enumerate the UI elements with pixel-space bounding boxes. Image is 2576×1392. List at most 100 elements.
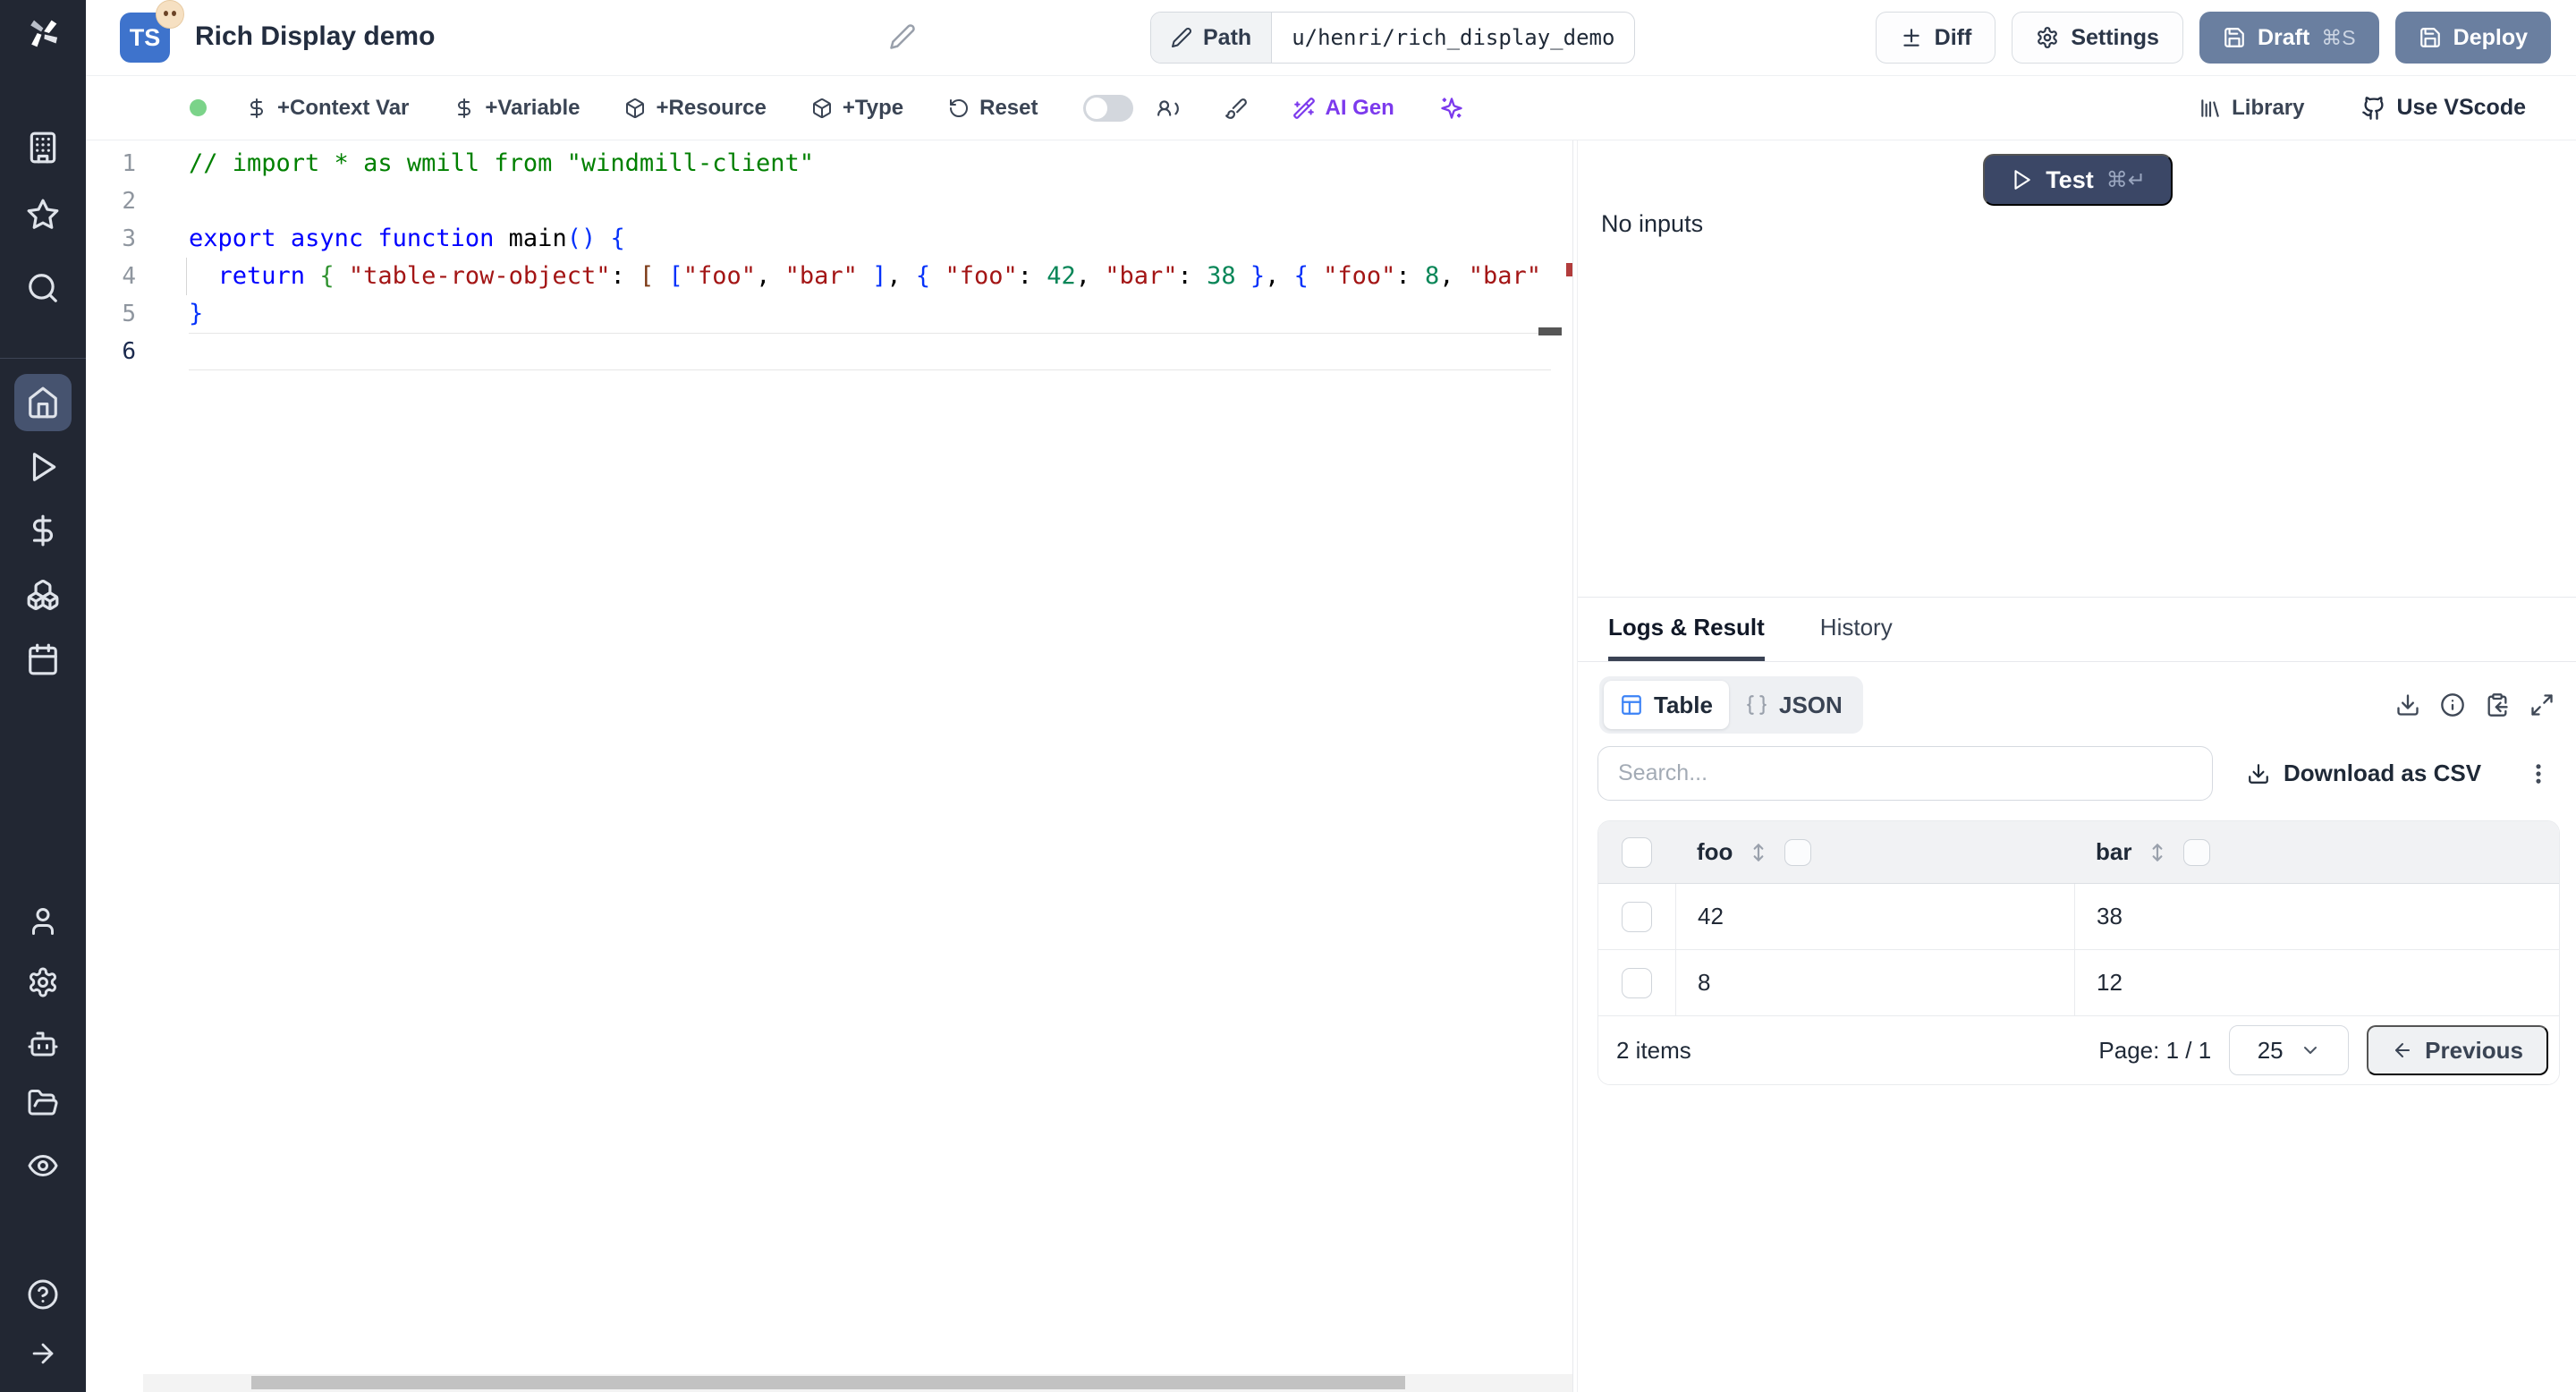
sidebar-item-resources[interactable]	[0, 578, 86, 612]
library-button[interactable]: Library	[2199, 96, 2304, 121]
settings-button[interactable]: Settings	[2012, 12, 2183, 64]
sidebar-item-user[interactable]	[0, 905, 86, 938]
expand-icon[interactable]	[2529, 692, 2555, 717]
sidebar-item-workers[interactable]	[0, 1028, 86, 1060]
test-button[interactable]: Test ⌘↵	[1983, 154, 2173, 206]
download-csv-button[interactable]: Download as CSV	[2247, 760, 2481, 787]
deploy-button[interactable]: Deploy	[2395, 12, 2551, 64]
diff-mode-toggle[interactable]	[1083, 95, 1133, 122]
format-button[interactable]	[1224, 97, 1248, 120]
sort-icon[interactable]	[1747, 841, 1770, 864]
table-footer: 2 items Page: 1 / 1 25 Previous	[1598, 1016, 2559, 1084]
use-vscode-button[interactable]: Use VScode	[2361, 95, 2526, 121]
star-icon	[26, 198, 60, 232]
pencil-icon	[1171, 27, 1192, 48]
add-type-label: +Type	[843, 96, 903, 121]
code-line[interactable]: // import * as wmill from "windmill-clie…	[189, 145, 1551, 182]
page-size-value: 25	[2258, 1037, 2284, 1065]
download-csv-label: Download as CSV	[2284, 760, 2481, 787]
add-context-var-button[interactable]: +Context Var	[246, 96, 409, 121]
collaborators-button[interactable]	[1157, 97, 1180, 120]
ai-gen-button[interactable]: AI Gen	[1292, 96, 1394, 121]
search-icon	[26, 271, 60, 305]
editor-toolbar: +Context Var +Variable +Resource +Type R…	[86, 75, 2576, 140]
windmill-logo[interactable]	[0, 13, 86, 54]
dollar-icon	[453, 98, 475, 119]
select-all-checkbox[interactable]	[1622, 837, 1652, 868]
tab-logs-result[interactable]: Logs & Result	[1608, 598, 1765, 661]
code-line[interactable]	[189, 182, 1551, 220]
row-checkbox[interactable]	[1622, 902, 1652, 932]
clipboard-copy-icon[interactable]	[2485, 692, 2510, 717]
editor-hscrollbar-thumb[interactable]	[251, 1376, 1405, 1389]
result-view-row: Table JSON	[1578, 676, 2576, 734]
items-count: 2 items	[1616, 1037, 1691, 1065]
result-table: foobar 4238812 2 items Page: 1 / 1 25 Pr…	[1597, 820, 2560, 1085]
code-editor[interactable]: 123456 // import * as wmill from "windmi…	[86, 140, 1572, 1392]
row-checkbox-cell	[1598, 950, 1675, 1015]
code-content[interactable]: // import * as wmill from "windmill-clie…	[189, 145, 1551, 370]
top-header: TS Rich Display demo Path u/henri/rich_d…	[86, 0, 2576, 75]
line-number: 1	[86, 145, 143, 182]
page-size-select[interactable]: 25	[2229, 1025, 2349, 1075]
search-input[interactable]: Search...	[1597, 746, 2213, 801]
page-title: Rich Display demo	[195, 21, 435, 52]
sidebar-item-help[interactable]	[0, 1278, 86, 1311]
code-line[interactable]: }	[189, 295, 1551, 333]
sort-icon[interactable]	[2146, 841, 2169, 864]
edit-title-button[interactable]	[889, 23, 916, 50]
braces-icon	[1745, 693, 1768, 717]
paintbrush-icon	[1224, 97, 1248, 120]
ai-sparkles-button[interactable]	[1439, 96, 1464, 121]
code-line[interactable]: return { "table-row-object": [ ["foo", "…	[189, 258, 1551, 295]
result-actions	[2395, 692, 2555, 717]
column-checkbox[interactable]	[2183, 839, 2210, 866]
editor-hscrollbar-track[interactable]	[143, 1374, 1572, 1392]
sidebar-item-runs[interactable]	[0, 450, 86, 484]
sidebar-item-workspace[interactable]	[0, 131, 86, 165]
diff-button[interactable]: Diff	[1876, 12, 1996, 64]
sidebar-item-settings[interactable]	[0, 966, 86, 998]
view-table-chip[interactable]: Table	[1604, 681, 1729, 729]
building-icon	[26, 131, 60, 165]
sidebar-item-schedules[interactable]	[0, 642, 86, 676]
sidebar-item-home[interactable]	[0, 386, 86, 420]
column-label: bar	[2096, 838, 2131, 866]
table-row[interactable]: 812	[1598, 950, 2559, 1016]
view-json-chip[interactable]: JSON	[1729, 681, 1859, 729]
reset-button[interactable]: Reset	[948, 96, 1038, 121]
tab-history[interactable]: History	[1820, 598, 1893, 661]
path-edit-button[interactable]: Path	[1151, 13, 1272, 63]
column-checkbox[interactable]	[1784, 839, 1811, 866]
chevron-down-icon	[2300, 1040, 2321, 1061]
row-checkbox[interactable]	[1622, 968, 1652, 998]
column-header-foo[interactable]: foo	[1675, 821, 2074, 883]
draft-button[interactable]: Draft ⌘S	[2199, 12, 2379, 64]
add-type-button[interactable]: +Type	[811, 96, 903, 121]
sidebar-item-variables[interactable]	[0, 514, 86, 547]
sidebar-divider	[0, 358, 86, 359]
code-line[interactable]	[189, 333, 1551, 370]
overview-ruler-marker	[1566, 263, 1572, 276]
path-value[interactable]: u/henri/rich_display_demo	[1272, 13, 1634, 63]
code-line[interactable]: export async function main() {	[189, 220, 1551, 258]
view-toggle: Table JSON	[1599, 676, 1863, 734]
add-resource-button[interactable]: +Resource	[624, 96, 766, 121]
page-info: Page: 1 / 1	[2098, 1037, 2211, 1065]
sidebar-item-folders[interactable]	[0, 1087, 86, 1119]
sidebar-item-audit[interactable]	[0, 1150, 86, 1182]
more-options-icon[interactable]	[2526, 761, 2551, 786]
download-icon[interactable]	[2395, 692, 2420, 717]
column-header-bar[interactable]: bar	[2074, 821, 2559, 883]
add-variable-button[interactable]: +Variable	[453, 96, 580, 121]
sidebar-expand-button[interactable]	[0, 1338, 86, 1369]
overview-ruler-cursor	[1538, 327, 1562, 335]
info-icon[interactable]	[2440, 692, 2465, 717]
line-number: 4	[86, 258, 143, 295]
sidebar-item-search[interactable]	[0, 271, 86, 305]
github-icon	[2361, 96, 2386, 121]
table-row[interactable]: 4238	[1598, 884, 2559, 950]
sidebar-item-favorites[interactable]	[0, 198, 86, 232]
run-section: Test ⌘↵ No inputs	[1578, 140, 2576, 598]
previous-page-button[interactable]: Previous	[2367, 1025, 2548, 1075]
